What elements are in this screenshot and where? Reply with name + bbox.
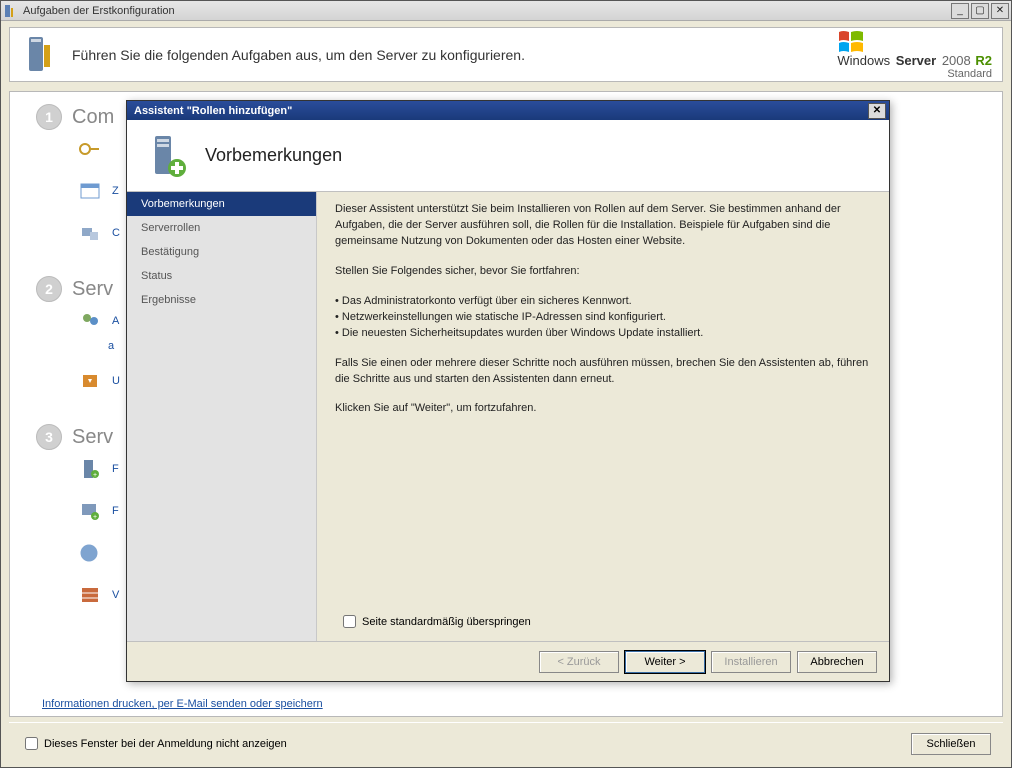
abort-paragraph: Falls Sie einen oder mehrere dieser Schr… [335, 356, 871, 388]
dont-show-label: Dieses Fenster bei der Anmeldung nicht a… [44, 738, 287, 750]
item-label: V [112, 589, 119, 601]
windows-logo-icon [837, 29, 865, 55]
key-icon [76, 136, 104, 162]
brand-word1: Windows [837, 53, 890, 68]
section-2-label: Serv [72, 278, 113, 301]
users-icon [76, 308, 104, 334]
update-icon [76, 368, 104, 394]
header-bar: Führen Sie die folgenden Aufgaben aus, u… [9, 27, 1003, 82]
sidebar-item-server-roles[interactable]: Serverrollen [127, 216, 316, 240]
wizard-footer: < Zurück Weiter > Installieren Abbrechen [127, 641, 889, 681]
section-1-label: Com [72, 106, 114, 129]
brand-word3: 2008 [942, 53, 971, 68]
item-label: F [112, 505, 119, 517]
section-3-label: Serv [72, 426, 113, 449]
minimize-button[interactable]: _ [951, 3, 969, 19]
item-label: a [108, 340, 114, 352]
print-email-link[interactable]: Informationen drucken, per E-Mail senden… [42, 698, 323, 710]
cancel-button[interactable]: Abbrechen [797, 651, 877, 673]
window-title: Aufgaben der Erstkonfiguration [23, 5, 949, 17]
item-label: Z [112, 185, 119, 197]
continue-paragraph: Klicken Sie auf "Weiter", um fortzufahre… [335, 401, 871, 417]
item-label: C [112, 227, 120, 239]
brand-word4: R2 [975, 53, 992, 68]
server-role-icon: + [76, 456, 104, 482]
brand-word2: Server [896, 53, 936, 68]
feature-icon: + [76, 498, 104, 524]
prereq-item: Das Administratorkonto verfügt über ein … [335, 294, 871, 310]
app-icon [3, 3, 19, 19]
server-icon [20, 35, 60, 75]
wizard-main: Dieser Assistent unterstützt Sie beim In… [317, 192, 889, 641]
wizard-header-title: Vorbemerkungen [205, 145, 342, 166]
footer-bar: Dieses Fenster bei der Anmeldung nicht a… [9, 722, 1003, 764]
close-button[interactable]: Schließen [911, 733, 991, 755]
item-label: U [112, 375, 120, 387]
header-text: Führen Sie die folgenden Aufgaben aus, u… [72, 47, 829, 63]
server-add-icon [143, 132, 191, 180]
close-button[interactable]: ✕ [991, 3, 1009, 19]
item-label: A [112, 315, 119, 327]
svg-text:+: + [93, 514, 97, 521]
remote-icon [76, 540, 104, 566]
wizard-sidebar: Vorbemerkungen Serverrollen Bestätigung … [127, 192, 317, 641]
skip-page-option[interactable]: Seite standardmäßig überspringen [335, 612, 871, 631]
brand-line1: Windows Server 2008 R2 [837, 53, 992, 68]
prereq-item: Die neuesten Sicherheitsupdates wurden ü… [335, 326, 871, 342]
step-2-badge: 2 [36, 276, 62, 302]
maximize-button[interactable]: ▢ [971, 3, 989, 19]
next-button[interactable]: Weiter > [625, 651, 705, 673]
ensure-paragraph: Stellen Sie Folgendes sicher, bevor Sie … [335, 264, 871, 280]
brand-edition: Standard [947, 68, 992, 80]
firewall-icon [76, 582, 104, 608]
wizard-content: Dieser Assistent unterstützt Sie beim In… [335, 202, 871, 608]
prereq-list: Das Administratorkonto verfügt über ein … [335, 294, 871, 342]
skip-page-label: Seite standardmäßig überspringen [362, 616, 531, 628]
sidebar-item-before-you-begin[interactable]: Vorbemerkungen [127, 192, 316, 216]
sidebar-item-confirmation[interactable]: Bestätigung [127, 240, 316, 264]
install-button[interactable]: Installieren [711, 651, 791, 673]
sidebar-item-progress[interactable]: Status [127, 264, 316, 288]
skip-page-checkbox[interactable] [343, 615, 356, 628]
item-label: F [112, 463, 119, 475]
dont-show-checkbox[interactable] [25, 737, 38, 750]
titlebar[interactable]: Aufgaben der Erstkonfiguration _ ▢ ✕ [1, 1, 1011, 21]
wizard-header: Vorbemerkungen [127, 120, 889, 192]
brand-block: Windows Server 2008 R2 Standard [837, 29, 992, 80]
step-3-badge: 3 [36, 424, 62, 450]
wizard-titlebar[interactable]: Assistent "Rollen hinzufügen" ✕ [127, 101, 889, 120]
svg-text:+: + [93, 472, 97, 479]
back-button[interactable]: < Zurück [539, 651, 619, 673]
prereq-item: Netzwerkeinstellungen wie statische IP-A… [335, 310, 871, 326]
wizard-body: Vorbemerkungen Serverrollen Bestätigung … [127, 192, 889, 641]
sidebar-item-results[interactable]: Ergebnisse [127, 288, 316, 312]
calendar-icon [76, 178, 104, 204]
add-roles-wizard: Assistent "Rollen hinzufügen" ✕ Vorbemer… [126, 100, 890, 682]
wizard-close-button[interactable]: ✕ [868, 103, 886, 119]
step-1-badge: 1 [36, 104, 62, 130]
intro-paragraph: Dieser Assistent unterstützt Sie beim In… [335, 202, 871, 250]
wizard-title: Assistent "Rollen hinzufügen" [130, 105, 868, 117]
network-icon [76, 220, 104, 246]
